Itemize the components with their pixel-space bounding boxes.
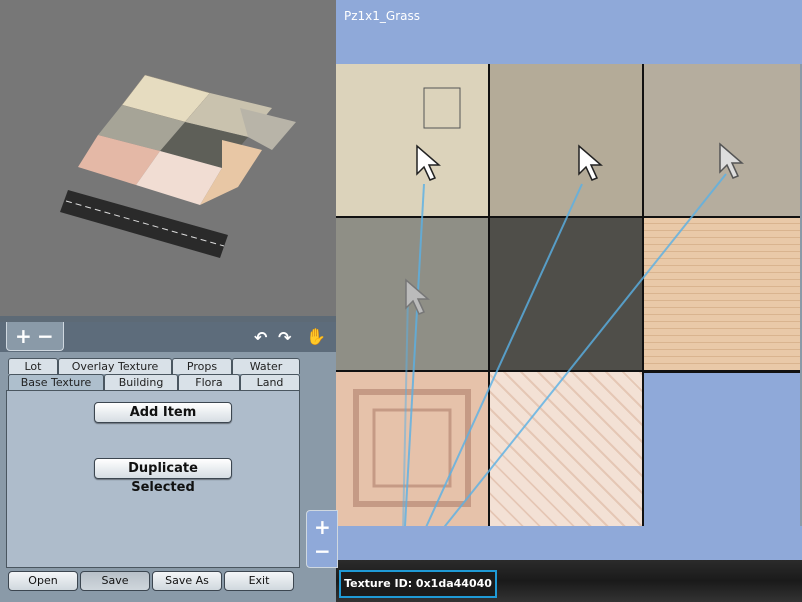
cursor-icon bbox=[405, 278, 430, 315]
tile-preview-render bbox=[60, 74, 296, 258]
save-button[interactable]: Save bbox=[80, 571, 150, 591]
texture-id-label: Texture ID: 0x1da44040 bbox=[339, 570, 497, 598]
tab-props[interactable]: Props bbox=[172, 358, 232, 374]
exit-button[interactable]: Exit bbox=[224, 571, 294, 591]
page-title: Pz1x1_Grass bbox=[344, 9, 420, 23]
side-zoom-controls: + − bbox=[306, 510, 338, 568]
texture-view-footer bbox=[336, 526, 802, 560]
cursor-icon bbox=[719, 142, 744, 179]
tab-building[interactable]: Building bbox=[104, 374, 178, 390]
tab-land[interactable]: Land bbox=[240, 374, 300, 390]
duplicate-selected-button[interactable]: Duplicate Selected bbox=[94, 458, 232, 495]
tab-overlay-texture[interactable]: Overlay Texture bbox=[58, 358, 172, 374]
cursor-icon bbox=[578, 144, 603, 181]
tab-lot[interactable]: Lot bbox=[8, 358, 58, 374]
zoom-out-icon[interactable]: − bbox=[37, 326, 54, 346]
zoom-in-icon[interactable]: + bbox=[314, 517, 331, 537]
cursor-icon bbox=[416, 144, 441, 181]
zoom-in-icon[interactable]: + bbox=[15, 326, 32, 346]
tab-base-texture[interactable]: Base Texture bbox=[8, 374, 104, 390]
tile-preview-viewport[interactable] bbox=[0, 0, 336, 322]
hand-pan-icon[interactable]: ✋ bbox=[306, 327, 326, 347]
add-item-button[interactable]: Add Item bbox=[94, 402, 232, 423]
open-button[interactable]: Open bbox=[8, 571, 78, 591]
rotate-left-icon[interactable]: ↶ bbox=[254, 328, 267, 348]
zoom-controls: + − bbox=[6, 322, 64, 351]
save-as-button[interactable]: Save As bbox=[152, 571, 222, 591]
zoom-out-icon[interactable]: − bbox=[314, 541, 331, 561]
rotate-right-icon[interactable]: ↷ bbox=[278, 328, 291, 348]
tab-flora[interactable]: Flora bbox=[178, 374, 240, 390]
tab-water[interactable]: Water bbox=[232, 358, 300, 374]
